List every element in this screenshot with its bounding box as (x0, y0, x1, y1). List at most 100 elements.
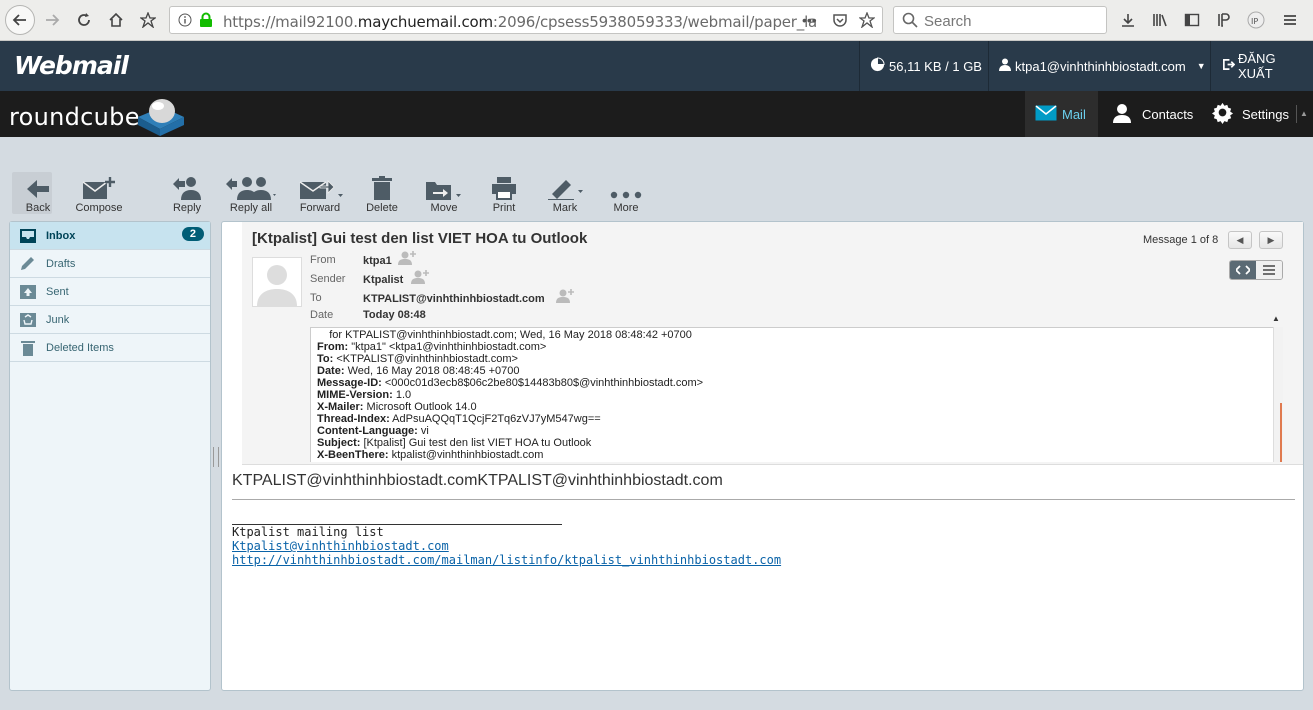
move-label: Move (430, 202, 458, 214)
to-label: To (310, 292, 322, 304)
pane-splitter-handle[interactable] (213, 447, 219, 467)
delete-button[interactable]: Delete (364, 172, 400, 214)
star-icon[interactable] (858, 11, 876, 31)
reload-icon[interactable] (70, 6, 98, 34)
add-contact-icon[interactable] (398, 251, 416, 268)
pocket-icon[interactable] (832, 12, 848, 31)
message-view: [Ktpalist] Gui test den list VIET HOA tu… (221, 221, 1304, 691)
download-icon[interactable] (1114, 6, 1142, 34)
more-dots-icon (610, 172, 642, 200)
folder-junk[interactable]: Junk (10, 306, 210, 334)
compose-icon (82, 172, 116, 200)
roundcube-logo[interactable]: roundcube (9, 103, 140, 131)
browser-search-input[interactable]: Search (893, 6, 1107, 34)
raw-header-row: Message-ID: <000c01d3ecb8$06c2be80$14483… (317, 377, 704, 389)
folder-sent-label: Sent (46, 285, 69, 298)
sent-icon (10, 284, 46, 300)
folder-inbox[interactable]: Inbox 2 (10, 222, 210, 250)
forward-arrow-icon[interactable] (38, 6, 66, 34)
search-icon (902, 12, 918, 31)
user-icon (999, 58, 1011, 74)
message-body-title: KTPALIST@vinhthinhbiostadt.comKTPALIST@v… (232, 472, 723, 489)
library-icon[interactable] (1146, 6, 1174, 34)
info-icon[interactable] (178, 13, 192, 30)
tab-settings[interactable]: Settings (1211, 91, 1291, 137)
to-value[interactable]: KTPALIST@vinhthinhbiostadt.com (363, 293, 545, 305)
inbox-icon (10, 228, 46, 244)
reply-all-button[interactable]: Reply all (220, 172, 282, 214)
summary-view-icon[interactable] (1256, 261, 1282, 279)
compose-label: Compose (75, 202, 123, 214)
search-placeholder: Search (924, 13, 972, 30)
unread-count-badge: 2 (181, 227, 204, 241)
raw-header-row: Date: Wed, 16 May 2018 08:48:45 +0700 (317, 365, 520, 377)
print-button[interactable]: Print (486, 172, 522, 214)
previous-message-button[interactable]: ◀ (1228, 231, 1252, 249)
source-view-icon[interactable] (1230, 261, 1256, 279)
compose-button[interactable]: Compose (75, 172, 123, 214)
url-bar[interactable]: https://mail92100.maychuemail.com:2096/c… (169, 6, 883, 34)
folder-sent[interactable]: Sent (10, 278, 210, 306)
user-menu[interactable]: ktpa1@vinhthinhbiostadt.com ▼ (988, 41, 1210, 91)
printer-icon (491, 172, 517, 200)
raw-header-row: Content-Language: vi (317, 425, 429, 437)
sender-avatar (252, 257, 302, 307)
taskbar-collapse-icon[interactable]: ▲ (1296, 105, 1308, 123)
back-arrow-icon[interactable] (5, 5, 35, 35)
next-message-button[interactable]: ▶ (1259, 231, 1283, 249)
folder-deleted-items-label: Deleted Items (46, 341, 114, 354)
move-folder-icon (425, 172, 463, 200)
roundcube-logo-icon (136, 95, 186, 140)
from-value[interactable]: ktpa1 (363, 255, 392, 267)
folder-inbox-label: Inbox (46, 229, 76, 242)
sidebar-icon[interactable] (1178, 6, 1206, 34)
tab-mail-label: Mail (1062, 106, 1086, 122)
move-button[interactable]: Move (424, 172, 464, 214)
mailing-list-url-link[interactable]: http://vinhthinhbiostadt.com/mailman/lis… (232, 553, 781, 567)
reply-button[interactable]: Reply (165, 172, 209, 214)
bookmark-star-icon[interactable] (134, 6, 162, 34)
trash-icon (10, 340, 46, 356)
add-contact-icon[interactable] (411, 270, 429, 287)
folder-drafts[interactable]: Drafts (10, 250, 210, 278)
forward-label: Forward (299, 202, 341, 214)
more-button[interactable]: More (606, 172, 646, 214)
triangle-right-icon: ▶ (1267, 234, 1275, 245)
logout-icon (1222, 58, 1236, 74)
mark-label: Mark (552, 202, 578, 214)
home-icon[interactable] (102, 6, 130, 34)
recycle-icon (10, 312, 46, 328)
raw-headers-scrollbar-thumb[interactable] (1280, 403, 1282, 462)
message-header: [Ktpalist] Gui test den list VIET HOA tu… (242, 222, 1303, 465)
print-label: Print (492, 202, 516, 214)
back-label: Back (25, 202, 51, 214)
folder-deleted-items[interactable]: Deleted Items (10, 334, 210, 362)
contacts-icon (1112, 103, 1132, 126)
menu-icon[interactable] (1276, 6, 1304, 34)
sender-value[interactable]: Ktpalist (363, 274, 403, 286)
extension-ip-icon[interactable] (1210, 6, 1238, 34)
extension-badge-icon[interactable]: IP (1242, 6, 1270, 34)
folder-drafts-label: Drafts (46, 257, 76, 270)
reply-label: Reply (172, 202, 202, 214)
back-button[interactable]: Back (16, 172, 60, 214)
webmail-logo[interactable]: Webmail (14, 51, 129, 80)
sender-label: Sender (310, 273, 346, 285)
url-text[interactable]: https://mail92100.maychuemail.com:2096/c… (223, 13, 817, 31)
browser-toolbar: https://mail92100.maychuemail.com:2096/c… (0, 0, 1313, 41)
tab-contacts[interactable]: Contacts (1112, 91, 1202, 137)
body-divider (232, 499, 1295, 500)
mailing-list-email-link[interactable]: Ktpalist@vinhthinhbiostadt.com (232, 539, 449, 553)
raw-header-row: Subject: [Ktpalist] Gui test den list VI… (317, 437, 592, 449)
tab-mail[interactable]: Mail (1025, 91, 1098, 137)
mark-button[interactable]: Mark (544, 172, 586, 214)
collapse-headers-icon[interactable]: ▲ (1272, 314, 1280, 323)
user-email: ktpa1@vinhthinhbiostadt.com (1015, 58, 1186, 74)
add-contact-icon[interactable] (556, 289, 574, 306)
view-mode-toggle[interactable] (1229, 260, 1283, 280)
more-label: More (613, 202, 639, 214)
page-actions-icon[interactable]: ••• (802, 12, 817, 28)
logout-button[interactable]: ĐĂNG XUẤT (1210, 41, 1313, 91)
forward-button[interactable]: Forward (296, 172, 344, 214)
raw-header-row: To: <KTPALIST@vinhthinhbiostadt.com> (317, 353, 518, 365)
